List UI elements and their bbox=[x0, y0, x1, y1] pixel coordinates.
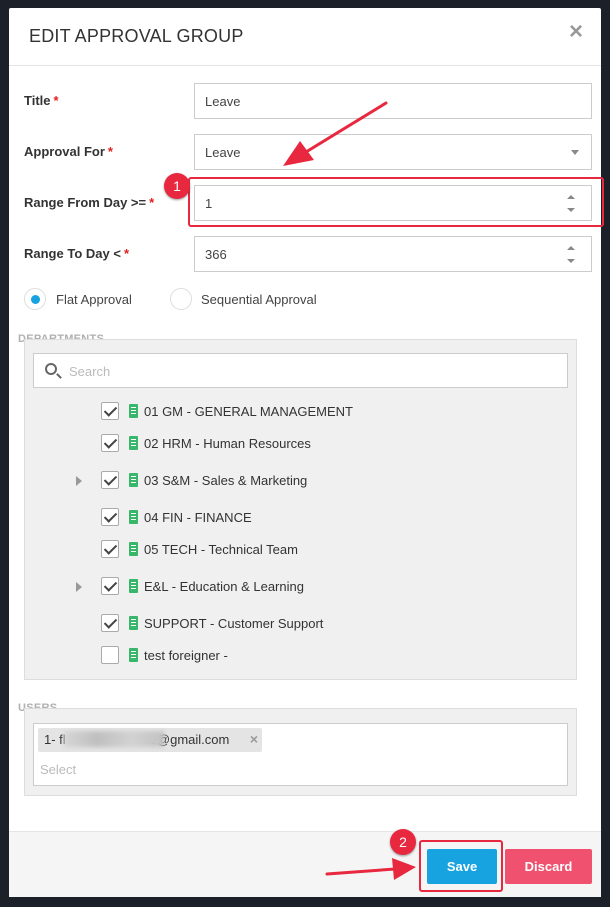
annotation-arrow-2 bbox=[325, 858, 416, 880]
annotation-arrow-1 bbox=[283, 101, 388, 166]
annotation-arrows bbox=[283, 101, 416, 880]
